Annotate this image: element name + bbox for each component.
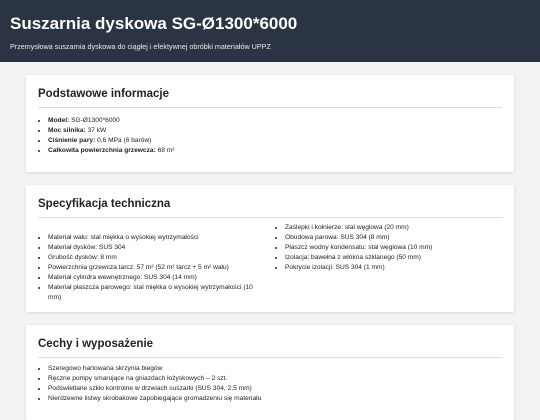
list-item: Obudowa parowa: SUS 304 (8 mm) [285,233,502,243]
list-item: Nierdzewne listwy skrobakowe zapobiegają… [48,394,502,404]
list-item: Zaślepki i kołnierze: stal węglowa (20 m… [285,223,502,233]
list-item: Materiał dysków: SUS 304 [48,243,265,253]
list-item: Całkowita powierzchnia grzewcza: 68 m² [48,146,502,156]
page-subtitle: Przemysłowa suszarnia dyskowa do ciągłej… [10,42,271,51]
list-item: Szeregowo hartowana skrzynia biegów [48,364,502,374]
list-item: Grubość dysków: 8 mm [48,253,265,263]
spec-list-left: Materiał wału: stal miękka o wysokiej wy… [38,233,265,303]
list-item: Model: SG-Ø1300*6000 [48,116,502,126]
list-item: Podświetlane szkło kontrolne w drzwiach … [48,384,502,394]
features-card: Cechy i wyposażenie Szeregowo hartowana … [26,325,514,420]
list-item: Płaszcz wodny kondensatu: stal węglowa (… [285,243,502,253]
features-list: Szeregowo hartowana skrzynia biegów Ręcz… [38,364,502,404]
list-item: Materiał płaszcza parowego: stal miękka … [48,283,265,303]
list-item: Moc silnika: 37 kW [48,126,502,136]
list-item: Ciśnienie pary: 0,6 MPa (6 barów) [48,136,502,146]
list-item: Ręczne pompy smarujące na gniazdach łoży… [48,374,502,384]
spec-list-right: Zaślepki i kołnierze: stal węglowa (20 m… [265,223,502,303]
list-item: Izolacja: bawełna z włókna szklanego (50… [285,253,502,263]
basic-info-heading: Podstawowe informacje [38,87,502,108]
basic-info-card: Podstawowe informacje Model: SG-Ø1300*60… [26,75,514,172]
spec-card: Specyfikacja techniczna Materiał wału: s… [26,185,514,312]
list-item: Materiał cylindra wewnętrznego: SUS 304 … [48,273,265,283]
features-heading: Cechy i wyposażenie [38,337,502,358]
list-item: Pokrycie izolacji: SUS 304 (1 mm) [285,263,502,273]
spec-heading: Specyfikacja techniczna [38,197,502,218]
basic-info-list: Model: SG-Ø1300*6000 Moc silnika: 37 kW … [38,116,502,156]
list-item: Materiał wału: stal miękka o wysokiej wy… [48,233,265,243]
page-title: Suszarnia dyskowa SG-Ø1300*6000 [10,14,298,33]
list-item: Powierzchnia grzewcza tarcz: 57 m² (52 m… [48,263,265,273]
page-header: Suszarnia dyskowa SG-Ø1300*6000 Przemysł… [0,0,540,62]
